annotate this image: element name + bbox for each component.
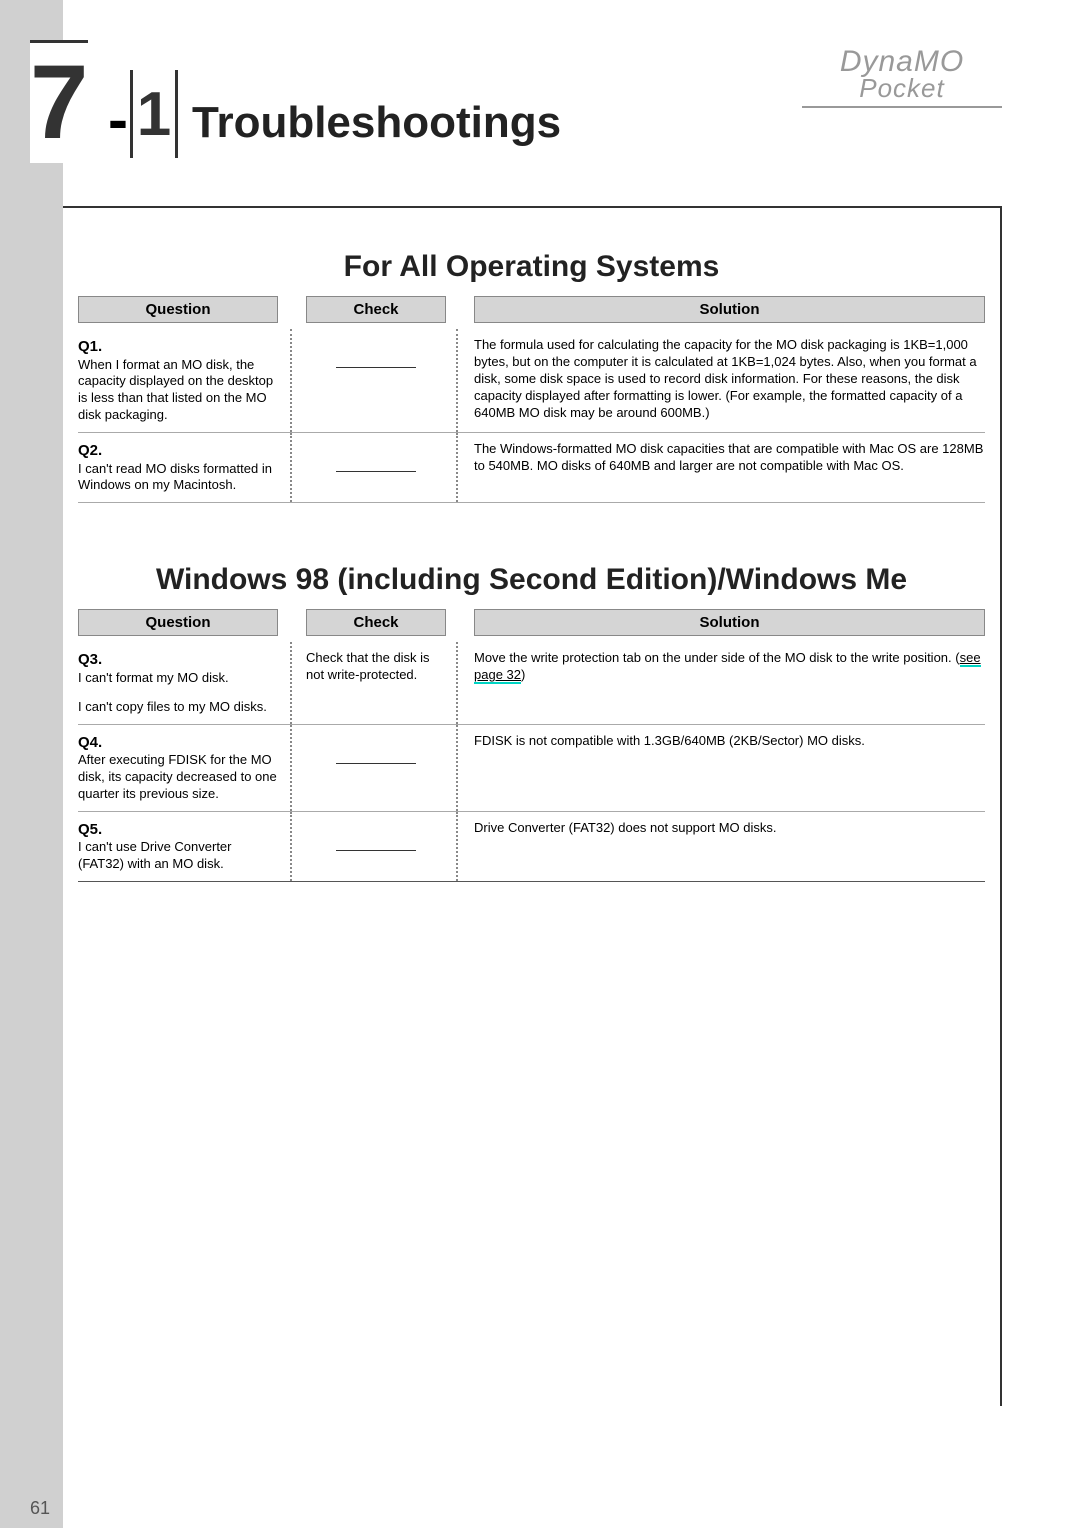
question-text: When I format an MO disk, the capacity d…: [78, 357, 278, 425]
table-headers: Question Check Solution: [78, 609, 985, 636]
dotted-separator: [456, 433, 458, 502]
dotted-separator: [456, 725, 458, 811]
dotted-separator: [456, 329, 458, 432]
brand-underline: [802, 106, 1002, 108]
chapter-number: 7: [30, 40, 88, 163]
dotted-separator: [290, 725, 292, 811]
dotted-separator: [290, 329, 292, 432]
content-area: For All Operating Systems Question Check…: [78, 250, 985, 882]
question-label: Q1.: [78, 337, 278, 357]
table-row: Q3. I can't format my MO disk. I can't c…: [78, 642, 985, 724]
side-bar: [0, 0, 63, 1528]
solution-text: Move the write protection tab on the und…: [474, 650, 985, 715]
table-row: Q4. After executing FDISK for the MO dis…: [78, 725, 985, 812]
subsection-title-2: Windows 98 (including Second Edition)/Wi…: [78, 563, 985, 597]
table-row: Q5. I can't use Drive Converter (FAT32) …: [78, 812, 985, 882]
question-label: Q3.: [78, 650, 278, 670]
dotted-separator: [456, 812, 458, 881]
question-label: Q4.: [78, 733, 278, 753]
title-rule-v: [1000, 206, 1002, 1406]
solution-text: Drive Converter (FAT32) does not support…: [474, 820, 985, 873]
solution-text: The formula used for calculating the cap…: [474, 337, 985, 424]
solution-text: The Windows-formatted MO disk capacities…: [474, 441, 985, 494]
header-question: Question: [78, 609, 278, 636]
question-text: I can't copy files to my MO disks.: [78, 699, 278, 716]
question-text: I can't read MO disks formatted in Windo…: [78, 461, 278, 495]
question-text: I can't format my MO disk.: [78, 670, 278, 687]
table-row: Q1. When I format an MO disk, the capaci…: [78, 329, 985, 433]
section-dash: -: [108, 85, 128, 154]
dotted-separator: [290, 812, 292, 881]
header-check: Check: [306, 609, 446, 636]
dotted-separator: [290, 642, 292, 723]
subsection-title-1: For All Operating Systems: [78, 250, 985, 284]
solution-text: FDISK is not compatible with 1.3GB/640MB…: [474, 733, 985, 803]
solution-pre: Move the write protection tab on the und…: [474, 650, 960, 665]
brand-label: DynaMO Pocket: [802, 45, 1002, 108]
question-label: Q2.: [78, 441, 278, 461]
page-title: Troubleshootings: [192, 98, 561, 148]
check-text: Check that the disk is not write-protect…: [306, 650, 446, 715]
question-text: After executing FDISK for the MO disk, i…: [78, 752, 278, 803]
header-question: Question: [78, 296, 278, 323]
dotted-separator: [290, 433, 292, 502]
check-empty-line: [336, 471, 416, 472]
brand-bottom: Pocket: [802, 73, 1002, 104]
check-empty-line: [336, 763, 416, 764]
header-check: Check: [306, 296, 446, 323]
check-empty-line: [336, 367, 416, 368]
question-label: Q5.: [78, 820, 278, 840]
check-empty-line: [336, 850, 416, 851]
question-text: I can't use Drive Converter (FAT32) with…: [78, 839, 278, 873]
header-solution: Solution: [474, 296, 985, 323]
header-solution: Solution: [474, 609, 985, 636]
sub-number: 1: [137, 79, 171, 150]
dotted-separator: [456, 642, 458, 723]
table-row: Q2. I can't read MO disks formatted in W…: [78, 433, 985, 503]
solution-post: ): [521, 667, 525, 682]
table-headers: Question Check Solution: [78, 296, 985, 323]
page-number: 61: [30, 1498, 50, 1519]
title-rule-h: [63, 206, 1002, 208]
